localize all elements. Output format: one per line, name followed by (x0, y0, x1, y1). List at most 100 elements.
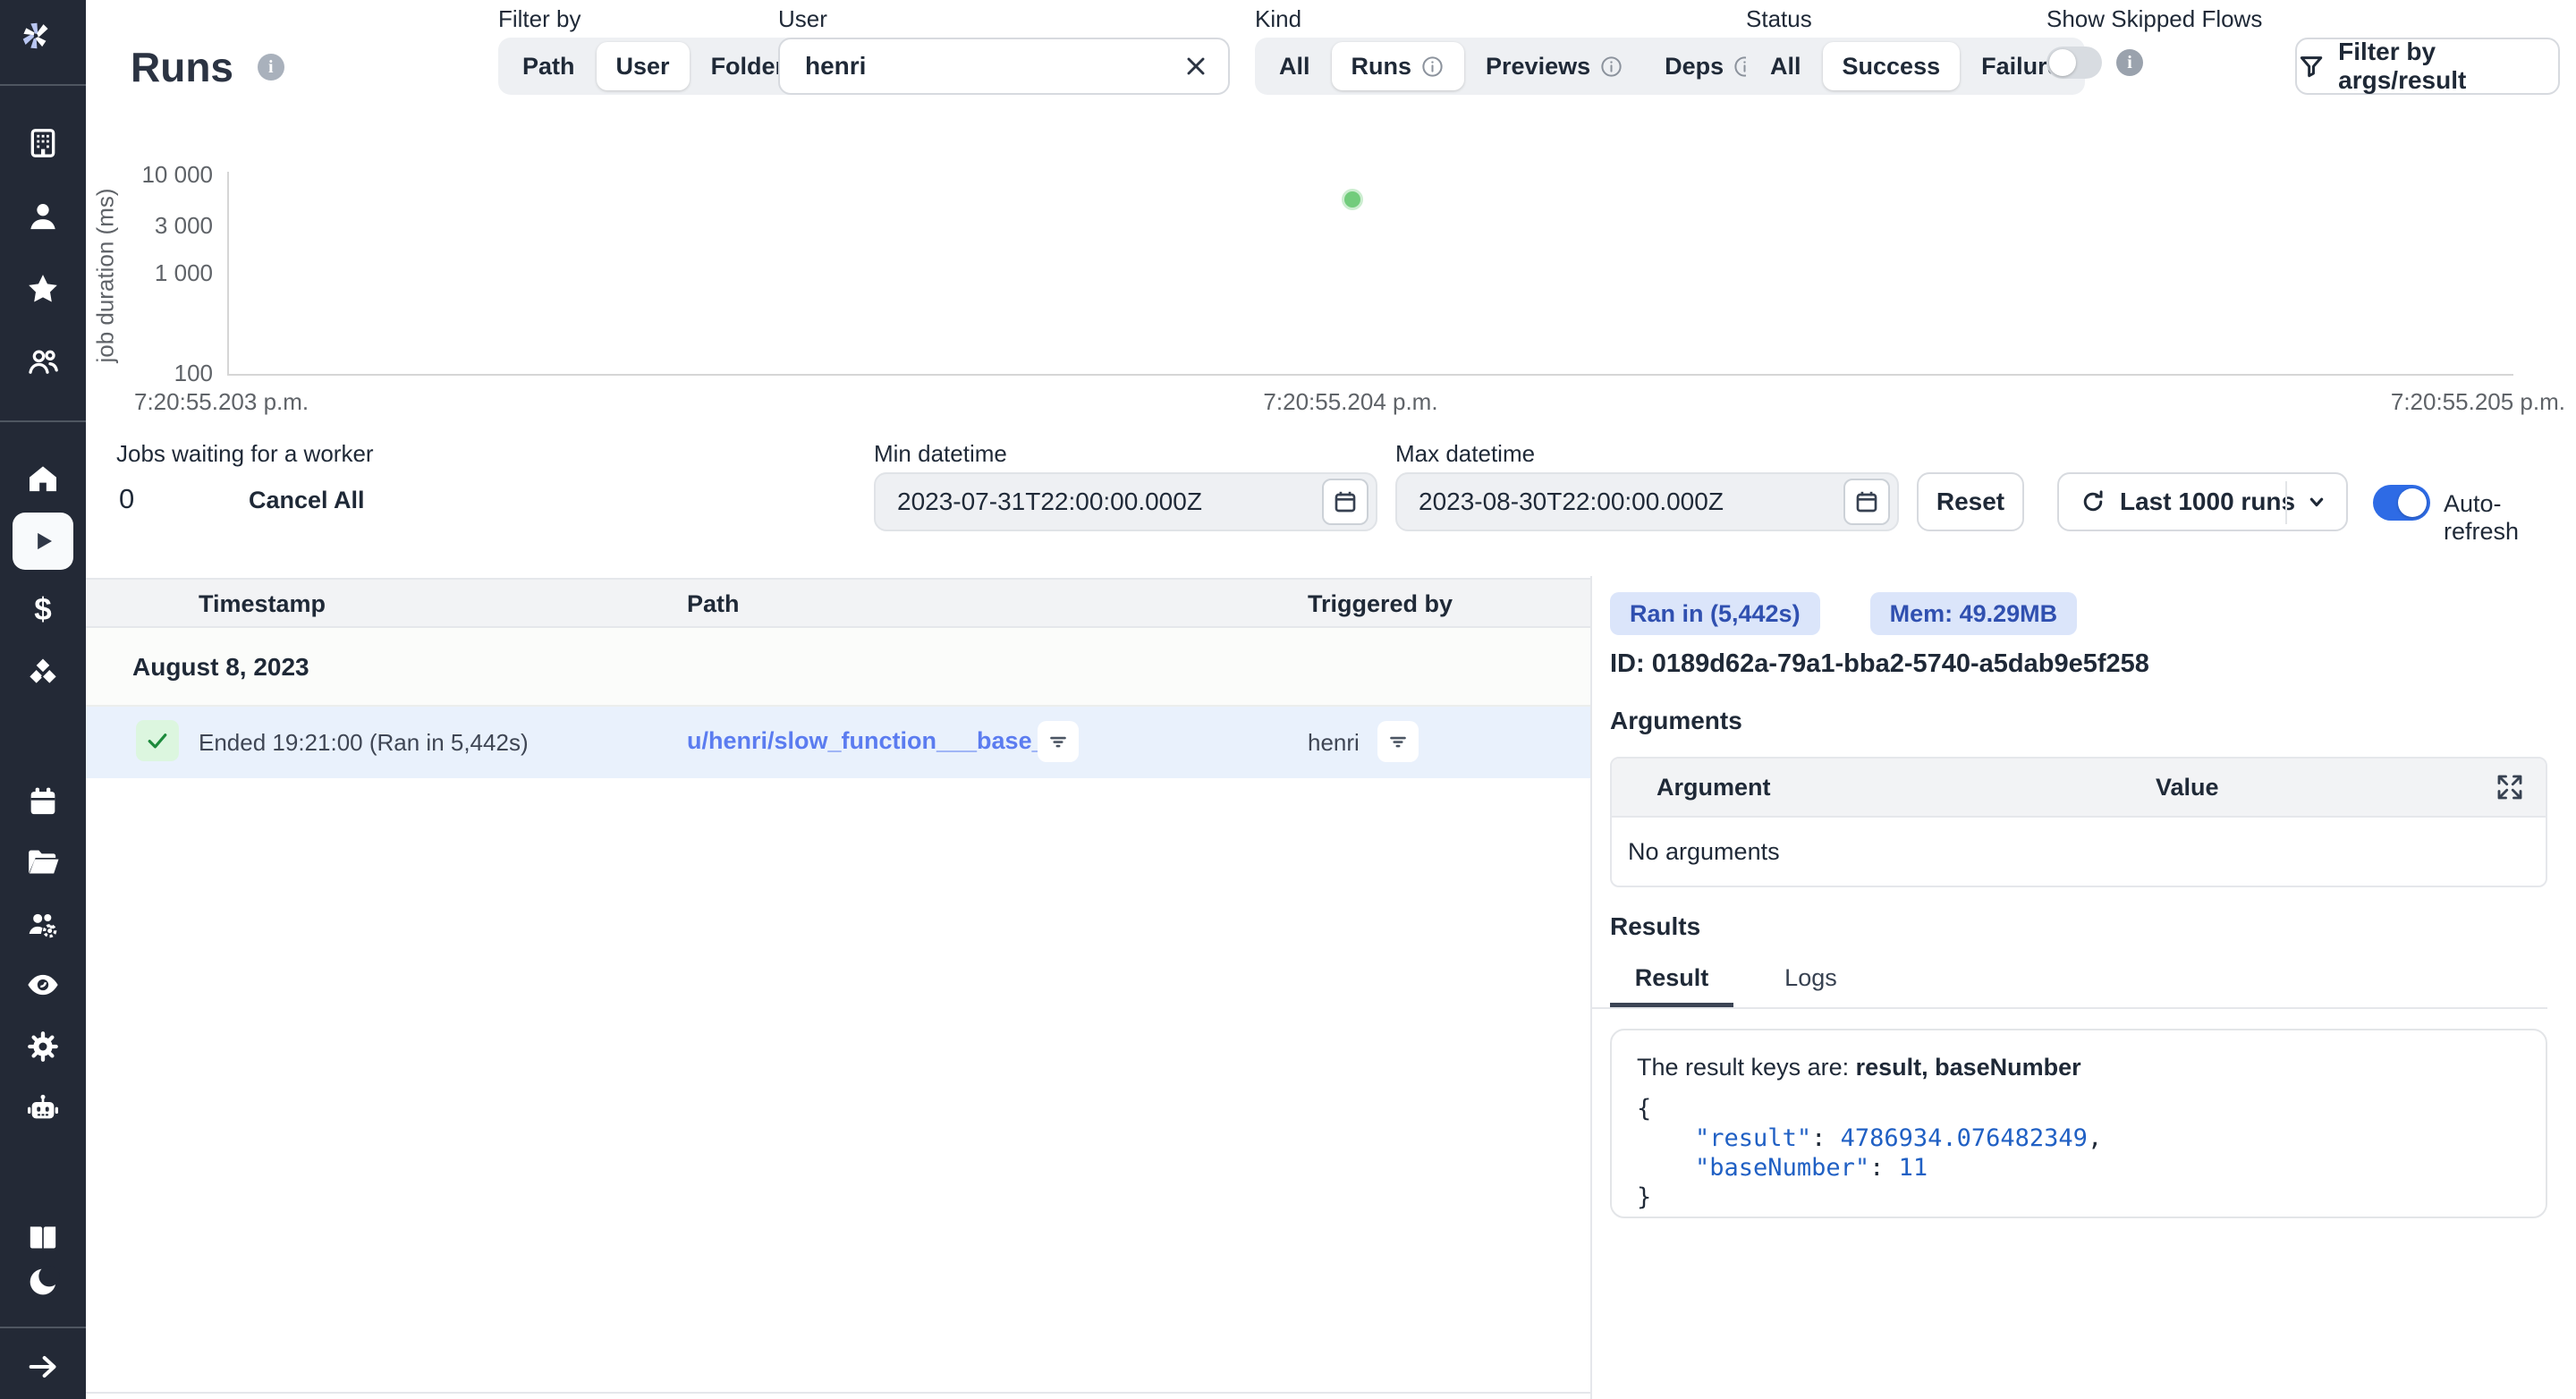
user-filter-field (778, 38, 1230, 95)
docs-book-icon[interactable] (25, 1219, 61, 1255)
filter-args-button[interactable]: Filter by args/result (2295, 38, 2560, 95)
worker-groups-icon[interactable] (25, 906, 61, 942)
kind-runs-info-icon[interactable] (1420, 55, 1445, 79)
min-datetime-label: Min datetime (874, 440, 1007, 468)
json-line: } (1637, 1183, 2521, 1212)
date-group-label: August 8, 2023 (132, 653, 309, 682)
show-skipped-toggle[interactable] (2046, 47, 2102, 79)
min-datetime-calendar-button[interactable] (1322, 479, 1368, 525)
clear-user-filter-icon[interactable] (1182, 52, 1210, 81)
resources-cubes-icon[interactable] (25, 656, 61, 691)
col-path: Path (687, 590, 740, 618)
col-timestamp: Timestamp (199, 590, 326, 618)
groups-icon[interactable] (25, 343, 61, 379)
kind-runs[interactable]: Runs (1332, 42, 1465, 90)
chevron-down-icon[interactable] (2301, 487, 2332, 517)
success-status-badge (136, 720, 179, 761)
home-icon[interactable] (25, 461, 61, 496)
arguments-heading: Arguments (1610, 707, 1742, 735)
status-success[interactable]: Success (1823, 42, 1961, 90)
json-line: { (1637, 1094, 2521, 1123)
reset-button[interactable]: Reset (1917, 472, 2024, 531)
col-triggered-by: Triggered by (1308, 590, 1453, 618)
filter-by-path[interactable]: Path (503, 42, 595, 90)
y-tick-3000: 3 000 (88, 212, 213, 240)
results-tabs: Result Logs (1610, 964, 1868, 1008)
jobs-waiting-count: 0 (119, 483, 134, 515)
user-icon[interactable] (25, 199, 61, 234)
svg-text:$: $ (34, 592, 51, 627)
funnel-icon (2297, 51, 2326, 81)
sidebar: $ (0, 0, 86, 1399)
kind-previews-info-icon[interactable] (1599, 55, 1623, 79)
cancel-all-button[interactable]: Cancel All (249, 487, 365, 514)
result-box: The result keys are: result, baseNumber … (1610, 1029, 2547, 1218)
tab-logs[interactable]: Logs (1753, 964, 1868, 1008)
run-data-point[interactable] (1344, 191, 1360, 208)
sidebar-item-runs[interactable] (13, 513, 73, 570)
ai-robot-icon[interactable] (25, 1091, 61, 1127)
user-filter-input[interactable] (780, 52, 1182, 81)
filter-by-user-button[interactable] (1377, 721, 1419, 762)
kind-segmented: All Runs Previews Deps (1255, 38, 1781, 95)
folders-icon[interactable] (25, 844, 61, 880)
check-icon (144, 727, 171, 754)
status-all[interactable]: All (1750, 42, 1821, 90)
calendar-icon (1331, 488, 1360, 516)
page-title: Runs i (131, 43, 284, 91)
show-skipped-label: Show Skipped Flows (2046, 5, 2262, 33)
show-skipped-info-icon[interactable]: i (2116, 49, 2143, 76)
tabs-baseline (1592, 1007, 2547, 1009)
filter-by-segmented: Path User Folder (498, 38, 809, 95)
auto-refresh-label: Auto-refresh (2444, 490, 2576, 546)
tab-result[interactable]: Result (1610, 964, 1733, 1008)
workspace-icon[interactable] (25, 125, 61, 161)
sidebar-divider (0, 420, 86, 422)
no-arguments-row: No arguments (1612, 818, 2546, 886)
runs-page: $ (0, 0, 2576, 1399)
arguments-table-header: Argument Value (1612, 759, 2546, 818)
filter-by-user[interactable]: User (597, 42, 690, 90)
status-label: Status (1746, 5, 1812, 33)
col-argument: Argument (1657, 774, 1771, 801)
filter-by-path-button[interactable] (1038, 721, 1079, 762)
expand-sidebar-arrow-icon[interactable] (25, 1349, 61, 1385)
max-datetime-input[interactable]: 2023-08-30T22:00:00.000Z (1395, 472, 1899, 531)
status-segmented: All Success Failure (1746, 38, 2085, 95)
json-line: "baseNumber": 11 (1637, 1153, 2521, 1183)
refresh-icon (2079, 488, 2107, 516)
run-path-link[interactable]: u/henri/slow_function___base_11 (687, 727, 1071, 755)
run-badges: Ran in (5,442s) Mem: 49.29MB (1610, 592, 2077, 635)
user-label: User (778, 5, 827, 33)
x-tick-left: 7:20:55.203 p.m. (134, 388, 309, 416)
kind-all[interactable]: All (1259, 42, 1330, 90)
x-tick-right: 7:20:55.205 p.m. (2297, 388, 2565, 416)
settings-gear-icon[interactable] (25, 1029, 61, 1064)
calendar-icon (1852, 488, 1881, 516)
min-datetime-input[interactable]: 2023-07-31T22:00:00.000Z (874, 472, 1377, 531)
dark-mode-moon-icon[interactable] (25, 1264, 61, 1300)
panel-divider (1590, 576, 1592, 1399)
max-datetime-label: Max datetime (1395, 440, 1535, 468)
audit-logs-eye-icon[interactable] (25, 967, 61, 1003)
last-runs-button[interactable]: Last 1000 runs (2057, 472, 2348, 531)
windmill-logo-icon[interactable] (18, 18, 68, 68)
auto-refresh-toggle[interactable] (2373, 485, 2430, 521)
schedules-calendar-icon[interactable] (25, 784, 61, 819)
runs-info-icon[interactable]: i (258, 54, 284, 81)
arguments-table: Argument Value No arguments (1610, 757, 2547, 887)
kind-previews[interactable]: Previews (1466, 42, 1643, 90)
expand-arguments-icon[interactable] (2494, 771, 2526, 803)
result-json: { "result": 4786934.076482349, "baseNumb… (1637, 1094, 2521, 1212)
chart-x-axis-line (227, 374, 2513, 376)
chart-y-axis-line (227, 172, 229, 376)
runs-play-icon (25, 523, 61, 559)
json-line: "result": 4786934.076482349, (1637, 1123, 2521, 1153)
run-row[interactable]: Ended 19:21:00 (Ran in 5,442s) u/henri/s… (86, 707, 1590, 778)
max-datetime-calendar-button[interactable] (1843, 479, 1890, 525)
variables-dollar-icon[interactable]: $ (25, 592, 61, 628)
y-tick-100: 100 (88, 360, 213, 387)
sidebar-divider (0, 1327, 86, 1328)
favorites-star-icon[interactable] (25, 271, 61, 307)
filter-lines-icon (1385, 728, 1411, 755)
